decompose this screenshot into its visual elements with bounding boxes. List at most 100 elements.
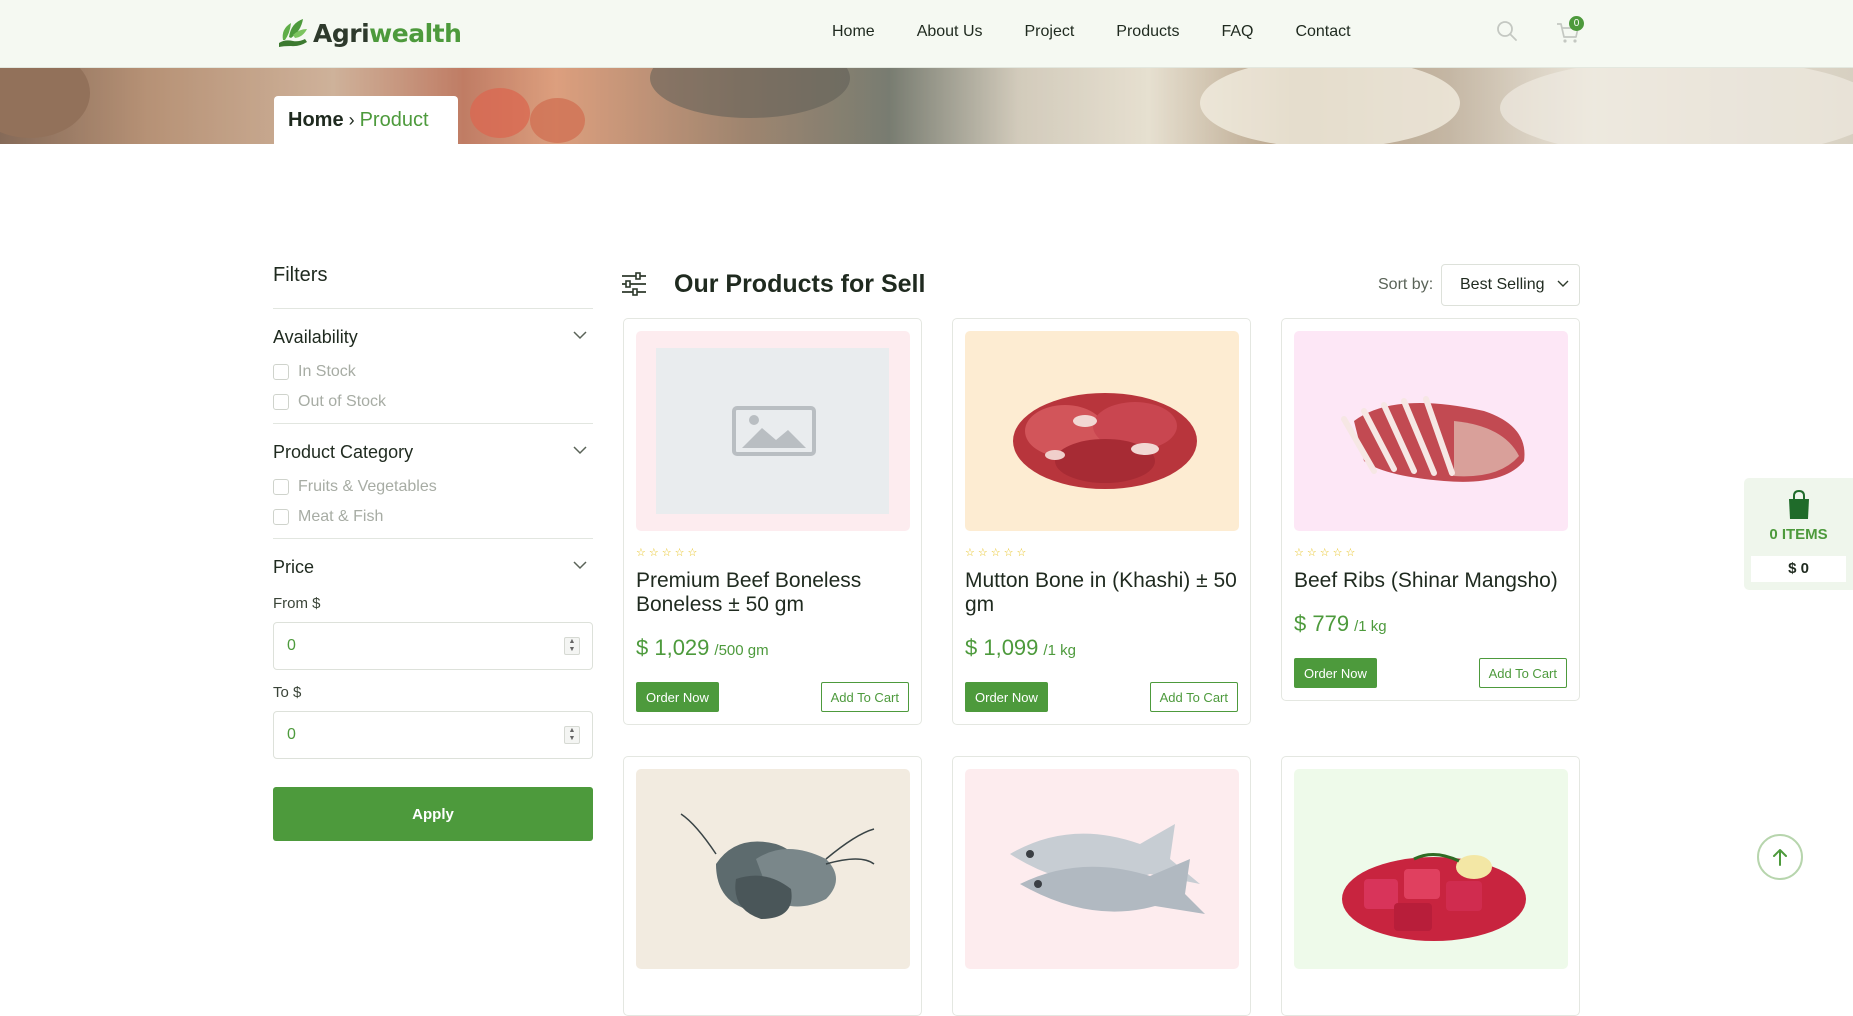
price-from-input[interactable]: 0 ▲ ▼: [273, 622, 593, 670]
filters-panel: Filters Availability In Stock Out of Sto…: [273, 264, 593, 841]
floating-cart-total: $ 0: [1751, 556, 1846, 582]
brand-name-part1: Agri: [313, 18, 370, 48]
product-card[interactable]: ☆ ☆ ☆ ☆ ☆ Beef Ribs (Shinar Mangsho) $ 779/1…: [1281, 318, 1580, 701]
brand-name-part2: wealth: [369, 18, 462, 48]
filter-option-meat-fish[interactable]: Meat & Fish: [273, 508, 593, 526]
chevron-right-icon: ›: [348, 109, 355, 130]
nav-products[interactable]: Products: [1116, 23, 1179, 41]
star-icon: ☆: [1332, 547, 1343, 559]
product-unit: /1 kg: [1354, 618, 1387, 635]
brand-logo[interactable]: Agriwealth: [273, 13, 462, 53]
sort-select[interactable]: Best Selling: [1441, 264, 1580, 306]
order-now-button[interactable]: Order Now: [965, 682, 1048, 712]
star-icon: ☆: [661, 547, 672, 559]
category-section: Product Category Fruits & Vegetables Mea…: [273, 424, 593, 539]
price-from-label: From $: [273, 595, 321, 612]
product-name[interactable]: Premium Beef Boneless Boneless ± 50 gm: [636, 569, 912, 617]
nav-project[interactable]: Project: [1025, 23, 1075, 41]
product-card[interactable]: ☆ ☆ ☆ ☆ ☆ Premium Beef Boneless Boneless ± 5…: [623, 318, 922, 725]
add-to-cart-button[interactable]: Add To Cart: [1149, 682, 1238, 712]
star-icon: ☆: [674, 547, 685, 559]
product-name[interactable]: Beef Ribs (Shinar Mangsho): [1294, 569, 1570, 593]
products-title: Our Products for Sell: [674, 270, 926, 298]
star-icon: ☆: [1345, 547, 1356, 559]
category-header[interactable]: Product Category: [273, 442, 593, 466]
star-icon: ☆: [636, 547, 646, 559]
checkbox[interactable]: [273, 364, 289, 380]
beef-ribs-image: [1341, 396, 1525, 482]
nav-home[interactable]: Home: [832, 23, 875, 41]
price-header[interactable]: Price: [273, 557, 593, 581]
breadcrumb-current: Product: [359, 108, 429, 131]
product-price: $ 1,099/1 kg: [965, 635, 1076, 660]
nav-about-us[interactable]: About Us: [917, 23, 983, 41]
product-card[interactable]: [623, 756, 922, 1016]
add-to-cart-button[interactable]: Add To Cart: [1478, 658, 1567, 688]
star-icon: ☆: [1016, 547, 1027, 559]
nav-contact[interactable]: Contact: [1295, 23, 1350, 41]
rating-stars: ☆ ☆ ☆ ☆ ☆: [1294, 547, 1355, 559]
floating-cart[interactable]: 0 ITEMS $ 0: [1744, 478, 1853, 590]
product-unit: /1 kg: [1043, 642, 1076, 659]
product-image[interactable]: [636, 331, 910, 531]
order-now-button[interactable]: Order Now: [1294, 658, 1377, 688]
cart-count-badge: 0: [1569, 16, 1584, 31]
chevron-down-icon[interactable]: [573, 446, 587, 455]
star-icon: ☆: [687, 547, 698, 559]
checkbox[interactable]: [273, 479, 289, 495]
product-unit: /500 gm: [714, 642, 769, 659]
product-price: $ 779/1 kg: [1294, 611, 1387, 636]
filters-title: Filters: [273, 264, 593, 309]
star-icon: ☆: [977, 547, 988, 559]
nav-faq[interactable]: FAQ: [1221, 23, 1253, 41]
apply-button[interactable]: Apply: [273, 787, 593, 841]
sort-label: Sort by:: [1378, 276, 1434, 293]
number-stepper[interactable]: ▲ ▼: [564, 637, 580, 655]
star-icon: ☆: [965, 547, 975, 559]
leaf-hand-logo-icon: [279, 19, 307, 47]
product-card[interactable]: [952, 756, 1251, 1016]
chevron-down-icon[interactable]: [573, 561, 587, 570]
availability-header[interactable]: Availability: [273, 327, 593, 351]
price-section: Price From $ 0 ▲ ▼ To $ 0 ▲ ▼ Apply: [273, 539, 593, 841]
number-stepper[interactable]: ▲ ▼: [564, 726, 580, 744]
shopping-bag-icon: [1789, 490, 1809, 519]
site-header: Agriwealth Home About Us Project Product…: [0, 0, 1853, 68]
star-icon: ☆: [990, 547, 1001, 559]
product-image[interactable]: [1294, 331, 1568, 531]
fish-image: [1010, 824, 1205, 914]
filter-sliders-icon[interactable]: [621, 272, 647, 296]
product-image[interactable]: [965, 769, 1239, 969]
floating-cart-items: 0 ITEMS: [1769, 526, 1828, 543]
product-image[interactable]: [965, 331, 1239, 531]
prawns-image: [680, 813, 875, 919]
order-now-button[interactable]: Order Now: [636, 682, 719, 712]
star-icon: ☆: [648, 547, 659, 559]
filter-option-out-of-stock[interactable]: Out of Stock: [273, 393, 593, 411]
chevron-down-icon[interactable]: [573, 331, 587, 340]
main-nav: Home About Us Project Products FAQ Conta…: [832, 23, 1393, 41]
product-card[interactable]: [1281, 756, 1580, 1016]
search-icon[interactable]: [1496, 20, 1518, 42]
rating-stars: ☆ ☆ ☆ ☆ ☆: [965, 547, 1026, 559]
product-card[interactable]: ☆ ☆ ☆ ☆ ☆ Mutton Bone in (Khashi) ± 50 gm $ …: [952, 318, 1251, 725]
image-placeholder-icon: [732, 406, 816, 456]
price-to-input[interactable]: 0 ▲ ▼: [273, 711, 593, 759]
product-image[interactable]: [1294, 769, 1568, 969]
product-name[interactable]: Mutton Bone in (Khashi) ± 50 gm: [965, 569, 1241, 617]
availability-section: Availability In Stock Out of Stock: [273, 309, 593, 424]
checkbox[interactable]: [273, 509, 289, 525]
rating-stars: ☆ ☆ ☆ ☆ ☆: [636, 547, 697, 559]
product-image[interactable]: [636, 769, 910, 969]
arrow-up-icon: [1773, 849, 1787, 866]
filter-option-fruits-vegetables[interactable]: Fruits & Vegetables: [273, 478, 593, 496]
checkbox[interactable]: [273, 394, 289, 410]
star-icon: ☆: [1003, 547, 1014, 559]
add-to-cart-button[interactable]: Add To Cart: [820, 682, 909, 712]
back-to-top-button[interactable]: [1757, 834, 1803, 880]
mutton-image: [1013, 393, 1197, 489]
breadcrumb-home[interactable]: Home: [288, 109, 344, 132]
star-icon: ☆: [1294, 547, 1304, 559]
star-icon: ☆: [1319, 547, 1330, 559]
filter-option-in-stock[interactable]: In Stock: [273, 363, 593, 381]
